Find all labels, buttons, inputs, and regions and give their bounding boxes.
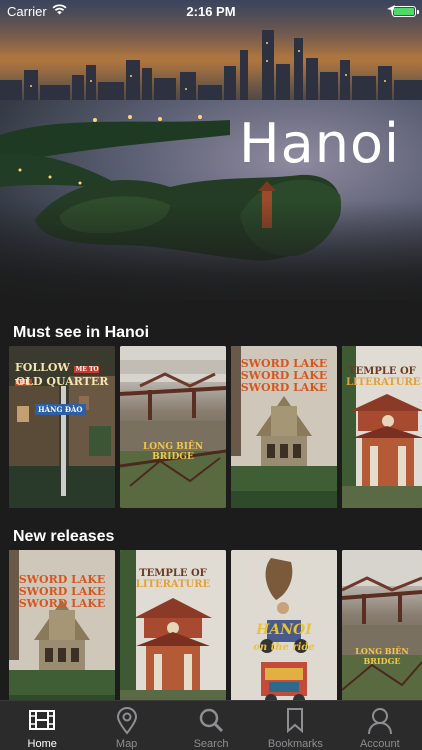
card-title: TEMPLE OF LITERATURE [135, 568, 211, 590]
bookmark-icon [287, 708, 304, 733]
card-title: TEMPLE OF LITERATURE [346, 366, 421, 388]
search-icon [199, 708, 224, 733]
street-sign: HÀNG ĐÀO [35, 404, 86, 415]
tab-bar: Home Map Search Bookmarks Account [0, 700, 422, 750]
must-see-row: FOLLOW ME TO THE OLD QUARTER HÀNG ĐÀO LO… [9, 346, 422, 508]
card-title: SWORD LAKE SWORD LAKE SWORD LAKE [240, 357, 328, 394]
must-see-title: Must see in Hanoi [13, 324, 150, 341]
clock: 2:16 PM [186, 4, 236, 19]
card-sword-lake[interactable]: SWORD LAKE SWORD LAKE SWORD LAKE [9, 550, 115, 712]
bridge-art [342, 550, 422, 712]
tab-home[interactable]: Home [0, 701, 84, 750]
film-icon [29, 710, 56, 730]
status-bar: Carrier 2:16 PM [0, 0, 422, 22]
card-temple-of-literature[interactable]: TEMPLE OF LITERATURE [120, 550, 226, 712]
tab-label: Account [359, 738, 400, 750]
card-hanoi-on-the-ride[interactable]: HANOI on the ride [231, 550, 337, 712]
person-icon [367, 708, 392, 735]
card-sword-lake[interactable]: SWORD LAKE SWORD LAKE SWORD LAKE [231, 346, 337, 508]
card-title: HANOI [256, 622, 312, 638]
map-pin-icon [116, 707, 137, 735]
tab-bookmarks[interactable]: Bookmarks [253, 701, 337, 750]
new-releases-row: SWORD LAKE SWORD LAKE SWORD LAKE TEMPLE … [9, 550, 422, 712]
new-releases-title: New releases [13, 528, 115, 545]
tab-label: Map [115, 738, 138, 750]
card-caption: LONG BIÊN BRIDGE [142, 442, 204, 462]
card-title-line2: OLD QUARTER [15, 375, 109, 388]
card-long-bien-bridge[interactable]: LONG BIÊN BRIDGE [342, 550, 422, 712]
card-temple-of-literature[interactable]: TEMPLE OF LITERATURE [342, 346, 422, 508]
tab-map[interactable]: Map [84, 701, 168, 750]
tab-search[interactable]: Search [169, 701, 253, 750]
hero-fade [0, 200, 422, 310]
hero-banner: Hanoi [0, 0, 422, 310]
battery-icon [392, 6, 419, 17]
tab-account[interactable]: Account [338, 701, 422, 750]
tab-label: Bookmarks [267, 738, 323, 750]
tab-label: Search [193, 738, 229, 750]
card-subtitle: on the ride [253, 642, 315, 653]
tab-label: Home [27, 738, 57, 750]
city-title: Hanoi [239, 112, 400, 175]
card-caption: LONG BIÊN BRIDGE [355, 646, 409, 666]
bridge-art [120, 346, 226, 508]
card-title: SWORD LAKE SWORD LAKE SWORD LAKE [18, 573, 106, 610]
card-old-quarter[interactable]: FOLLOW ME TO THE OLD QUARTER HÀNG ĐÀO [9, 346, 115, 508]
card-long-bien-bridge[interactable]: LONG BIÊN BRIDGE [120, 346, 226, 508]
